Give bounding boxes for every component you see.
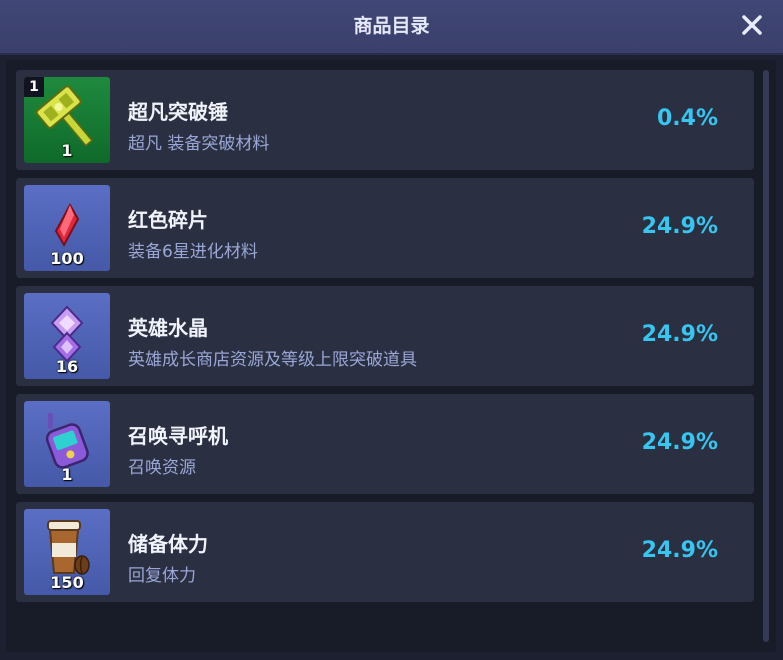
- close-button[interactable]: [735, 8, 769, 42]
- scrollbar[interactable]: [763, 70, 769, 642]
- item-description: 召唤资源: [128, 458, 196, 478]
- item-probability: 24.9%: [641, 322, 718, 347]
- item-probability: 24.9%: [641, 214, 718, 239]
- item-description: 回复体力: [128, 566, 196, 586]
- item-probability: 0.4%: [656, 106, 718, 131]
- item-name: 英雄水晶: [128, 316, 208, 340]
- list-item[interactable]: 1 1 超凡突破锤 超凡 装备突破材料 0.4%: [16, 70, 754, 170]
- list-item[interactable]: 1 召唤寻呼机 召唤资源 24.9%: [16, 394, 754, 494]
- item-description: 装备6星进化材料: [128, 242, 258, 262]
- item-probability: 24.9%: [641, 430, 718, 455]
- item-name: 召唤寻呼机: [128, 424, 228, 448]
- item-icon-frame: 1 1: [24, 77, 110, 163]
- catalog-window: 商品目录 1 1 超凡突破锤 超凡 装备突破材料 0.4% 100 红色碎片 装…: [0, 0, 783, 660]
- item-icon-frame: 1: [24, 401, 110, 487]
- quantity-badge: 1: [24, 77, 44, 97]
- item-quantity: 1: [61, 141, 73, 160]
- item-name: 储备体力: [128, 532, 208, 556]
- list-item[interactable]: 150 储备体力 回复体力 24.9%: [16, 502, 754, 602]
- item-quantity: 16: [55, 357, 79, 376]
- item-description: 超凡 装备突破材料: [128, 134, 270, 154]
- list-item[interactable]: 100 红色碎片 装备6星进化材料 24.9%: [16, 178, 754, 278]
- item-icon-frame: 100: [24, 185, 110, 271]
- item-name: 超凡突破锤: [128, 100, 228, 124]
- item-name: 红色碎片: [128, 208, 208, 232]
- item-description: 英雄成长商店资源及等级上限突破道具: [128, 350, 417, 370]
- item-quantity: 1: [61, 465, 73, 484]
- item-probability: 24.9%: [641, 538, 718, 563]
- close-icon: [742, 15, 762, 35]
- item-quantity: 100: [50, 249, 84, 268]
- item-icon-frame: 16: [24, 293, 110, 379]
- list-item[interactable]: 16 英雄水晶 英雄成长商店资源及等级上限突破道具 24.9%: [16, 286, 754, 386]
- item-icon-frame: 150: [24, 509, 110, 595]
- item-quantity: 150: [50, 573, 84, 592]
- window-title: 商品目录: [353, 15, 430, 37]
- header-bar: 商品目录: [0, 0, 783, 55]
